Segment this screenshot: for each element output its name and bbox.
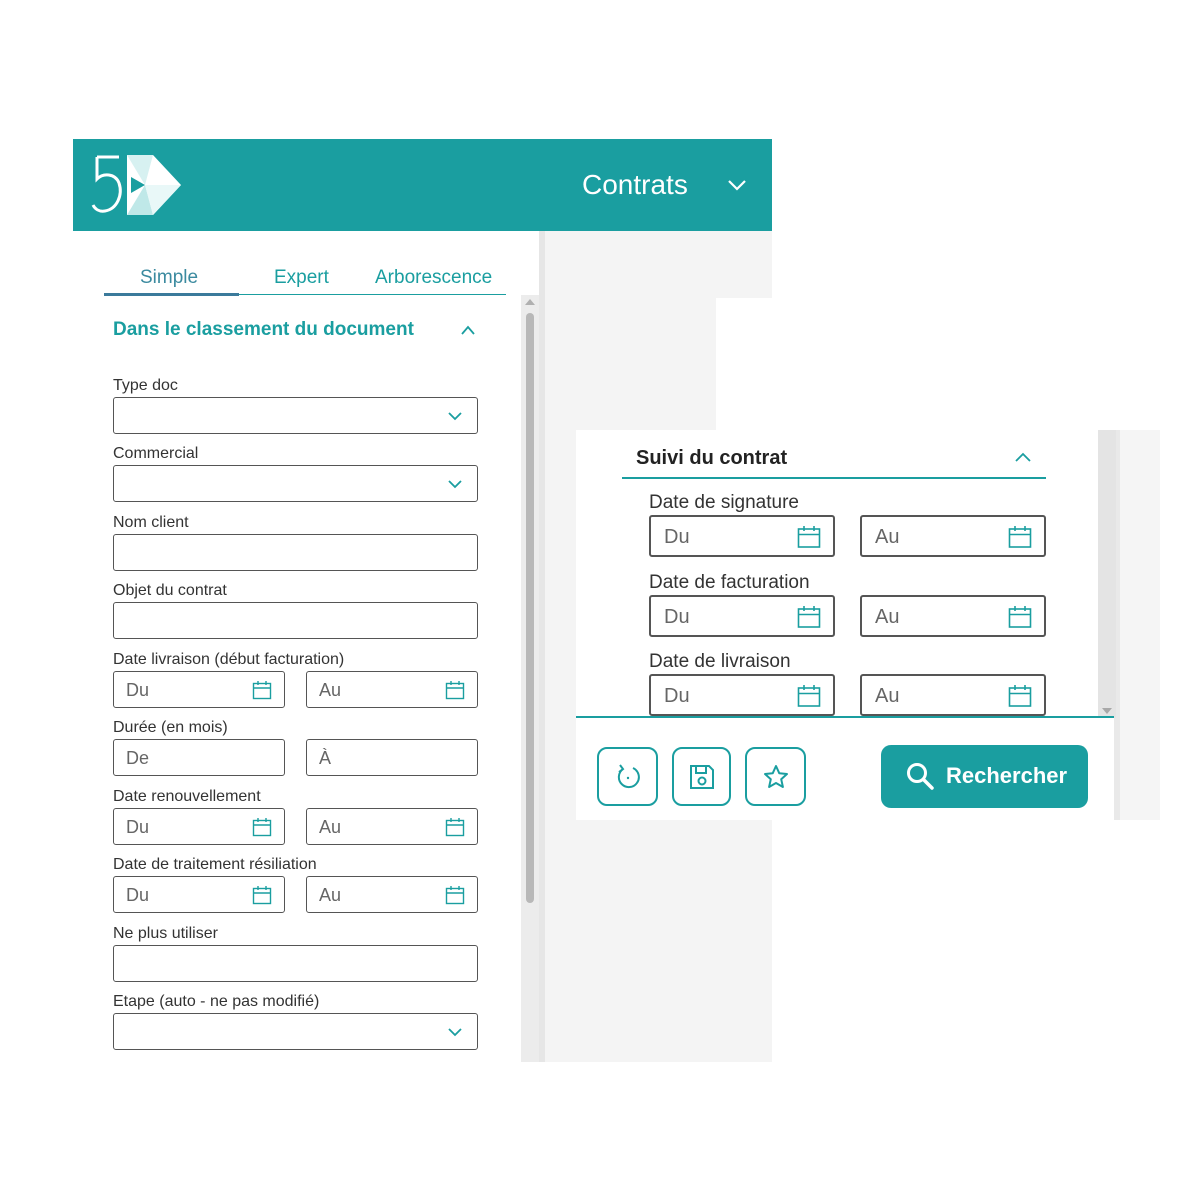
search-icon xyxy=(907,763,934,790)
commercial-select[interactable] xyxy=(113,465,478,502)
chevron-down-icon xyxy=(448,412,462,421)
duree-from[interactable]: De xyxy=(113,739,285,776)
calendar-icon[interactable] xyxy=(252,680,272,700)
app-header: Contrats xyxy=(73,139,772,231)
placeholder: Du xyxy=(126,817,150,837)
etape-select[interactable] xyxy=(113,1013,478,1050)
date-resiliation-to[interactable]: Au xyxy=(306,876,478,913)
type-doc-label: Type doc xyxy=(113,377,178,394)
date-facturation-to[interactable]: Au xyxy=(860,595,1046,637)
module-title[interactable]: Contrats xyxy=(582,169,688,201)
placeholder: Au xyxy=(319,817,342,837)
ne-plus-utiliser-input[interactable] xyxy=(113,945,478,982)
date-signature-from[interactable]: Du xyxy=(649,515,835,557)
duree-to[interactable]: À xyxy=(306,739,478,776)
placeholder: Au xyxy=(319,885,342,905)
date-facturation-label: Date de facturation xyxy=(649,572,810,593)
save-button[interactable] xyxy=(672,747,731,806)
calendar-icon[interactable] xyxy=(797,525,821,549)
date-livraison-from[interactable]: Du xyxy=(649,674,835,716)
placeholder: Au xyxy=(319,680,342,700)
ne-plus-utiliser-label: Ne plus utiliser xyxy=(113,925,218,942)
placeholder: Au xyxy=(875,526,900,548)
placeholder: À xyxy=(319,748,332,768)
placeholder: Du xyxy=(126,680,150,700)
save-icon xyxy=(689,764,714,789)
scrollbar-thumb[interactable] xyxy=(526,313,534,903)
overlay-background xyxy=(716,298,1200,430)
active-tab-indicator xyxy=(104,293,239,296)
placeholder: Du xyxy=(664,526,690,548)
search-button[interactable]: Rechercher xyxy=(881,745,1088,808)
type-doc-select[interactable] xyxy=(113,397,478,434)
reset-button[interactable] xyxy=(597,747,658,806)
section-title[interactable]: Suivi du contrat xyxy=(636,447,787,470)
tab-simple[interactable]: Simple xyxy=(140,267,198,289)
placeholder: Du xyxy=(126,885,150,905)
contract-tracking-panel: Suivi du contrat Date de signature Du Au… xyxy=(576,430,1160,820)
search-form: Simple Expert Arborescence Dans le class… xyxy=(75,231,539,1062)
side-background xyxy=(1116,430,1160,820)
placeholder: Au xyxy=(875,606,900,628)
tab-expert[interactable]: Expert xyxy=(274,267,329,289)
commercial-label: Commercial xyxy=(113,445,199,462)
calendar-icon[interactable] xyxy=(1008,605,1032,629)
calendar-icon[interactable] xyxy=(1008,684,1032,708)
search-tabs: Simple Expert Arborescence xyxy=(104,267,506,296)
duree-label: Durée (en mois) xyxy=(113,719,228,736)
calendar-icon[interactable] xyxy=(445,680,465,700)
reset-icon xyxy=(617,763,640,788)
calendar-icon[interactable] xyxy=(1008,525,1032,549)
etape-label: Etape (auto - ne pas modifié) xyxy=(113,993,320,1010)
calendar-icon[interactable] xyxy=(445,885,465,905)
date-renouvellement-label: Date renouvellement xyxy=(113,788,261,805)
date-resiliation-label: Date de traitement résiliation xyxy=(113,856,317,873)
calendar-icon[interactable] xyxy=(252,885,272,905)
favorite-button[interactable] xyxy=(745,747,806,806)
chevron-down-icon xyxy=(448,1028,462,1037)
panel-divider xyxy=(539,231,545,1062)
date-livraison-label: Date de livraison xyxy=(649,651,791,672)
chevron-down-icon[interactable] xyxy=(726,177,748,193)
chevron-up-icon[interactable] xyxy=(460,324,476,336)
objet-contrat-input[interactable] xyxy=(113,602,478,639)
date-signature-to[interactable]: Au xyxy=(860,515,1046,557)
calendar-icon[interactable] xyxy=(445,817,465,837)
date-signature-label: Date de signature xyxy=(649,492,799,513)
placeholder: De xyxy=(126,748,150,768)
calendar-icon[interactable] xyxy=(797,684,821,708)
star-icon xyxy=(763,764,788,788)
date-renouvellement-to[interactable]: Au xyxy=(306,808,478,845)
calendar-icon[interactable] xyxy=(797,605,821,629)
chevron-down-icon xyxy=(448,480,462,489)
date-renouvellement-from[interactable]: Du xyxy=(113,808,285,845)
calendar-icon[interactable] xyxy=(252,817,272,837)
nom-client-label: Nom client xyxy=(113,514,189,531)
nom-client-input[interactable] xyxy=(113,534,478,571)
search-button-label: Rechercher xyxy=(946,763,1068,788)
section-divider xyxy=(622,477,1046,479)
placeholder: Du xyxy=(664,685,690,707)
placeholder: Au xyxy=(875,685,900,707)
date-livraison-label: Date livraison (début facturation) xyxy=(113,651,345,668)
logo-icon xyxy=(91,155,181,215)
tab-arborescence[interactable]: Arborescence xyxy=(375,267,492,289)
scroll-down-arrow[interactable] xyxy=(1102,708,1112,714)
scrollbar-track[interactable] xyxy=(1098,430,1116,718)
date-resiliation-from[interactable]: Du xyxy=(113,876,285,913)
date-livraison-from[interactable]: Du xyxy=(113,671,285,708)
placeholder: Du xyxy=(664,606,690,628)
date-facturation-from[interactable]: Du xyxy=(649,595,835,637)
section-title[interactable]: Dans le classement du document xyxy=(113,319,414,341)
scroll-up-arrow[interactable] xyxy=(525,299,535,305)
date-livraison-to[interactable]: Au xyxy=(306,671,478,708)
actions-divider xyxy=(576,716,1114,718)
objet-contrat-label: Objet du contrat xyxy=(113,582,227,599)
date-livraison-to[interactable]: Au xyxy=(860,674,1046,716)
chevron-up-icon[interactable] xyxy=(1014,451,1032,463)
